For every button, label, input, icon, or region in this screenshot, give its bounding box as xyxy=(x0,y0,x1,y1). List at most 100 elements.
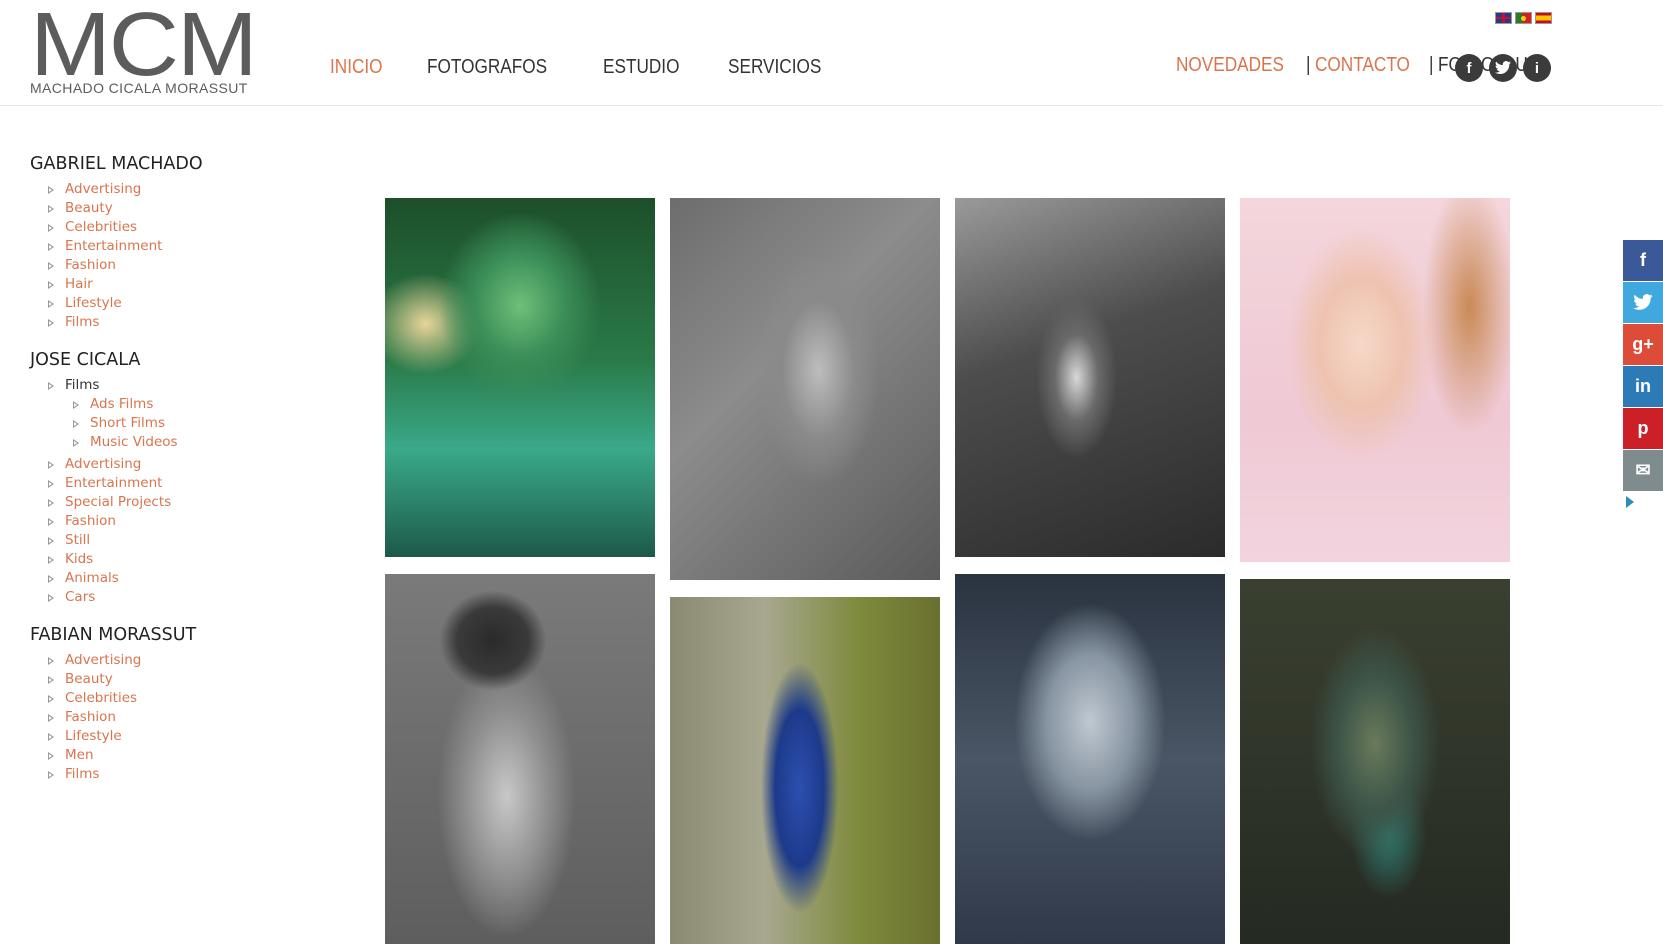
triangle-bullet-icon xyxy=(48,733,54,741)
list-item[interactable]: Music Videos xyxy=(65,433,330,452)
list-item-films[interactable]: Films Ads Films Short Films Music Videos xyxy=(30,376,330,452)
photographer-fabian-morassut[interactable]: FABIAN MORASSUT xyxy=(30,625,330,645)
twitter-bird-icon xyxy=(1495,61,1511,75)
site-header: MCM MACHADO CICALA MORASSUT INICIO FOTOG… xyxy=(0,0,1663,106)
triangle-bullet-icon xyxy=(48,461,54,469)
triangle-bullet-icon xyxy=(48,224,54,232)
list-item[interactable]: Advertising xyxy=(30,455,330,474)
triangle-bullet-icon xyxy=(48,300,54,308)
list-item[interactable]: Entertainment xyxy=(30,237,330,256)
photo-rugby-athlete[interactable] xyxy=(670,198,940,580)
photographer-jose-cicala[interactable]: JOSE CICALA xyxy=(30,350,330,370)
info-icon[interactable]: i xyxy=(1523,54,1551,82)
list-item[interactable]: Beauty xyxy=(30,199,330,218)
list-item[interactable]: Ads Films xyxy=(65,395,330,414)
twitter-bird-icon xyxy=(1633,294,1653,310)
triangle-bullet-icon xyxy=(48,281,54,289)
spanish-flag-icon[interactable] xyxy=(1535,12,1552,24)
novedades-link[interactable]: NOVEDADES xyxy=(1176,54,1284,77)
triangle-bullet-icon xyxy=(48,556,54,564)
triangle-bullet-icon xyxy=(48,771,54,779)
photo-curly-hair-model[interactable] xyxy=(385,574,655,944)
photo-beauty-closeup[interactable] xyxy=(1240,198,1510,562)
facebook-icon[interactable]: f xyxy=(1455,54,1483,82)
list-item[interactable]: Fashion xyxy=(30,256,330,275)
nav-fotografos[interactable]: FOTOGRAFOS xyxy=(427,56,547,79)
triangle-bullet-icon xyxy=(48,575,54,583)
list-item[interactable]: Kids xyxy=(30,550,330,569)
photo-dark-attic-portrait[interactable] xyxy=(955,198,1225,557)
jose-categories: Films Ads Films Short Films Music Videos… xyxy=(30,376,330,607)
list-item[interactable]: Special Projects xyxy=(30,493,330,512)
logo-subtitle: MACHADO CICALA MORASSUT xyxy=(30,80,248,96)
triangle-bullet-icon xyxy=(48,262,54,270)
linkedin-share-icon[interactable]: in xyxy=(1623,366,1663,407)
list-item[interactable]: Cars xyxy=(30,588,330,607)
triangle-bullet-icon xyxy=(48,676,54,684)
twitter-share-icon[interactable] xyxy=(1623,282,1663,323)
photo-joker-portrait[interactable] xyxy=(385,198,655,557)
list-item[interactable]: Advertising xyxy=(30,651,330,670)
nav-servicios[interactable]: SERVICIOS xyxy=(728,56,821,79)
contacto-link[interactable]: CONTACTO xyxy=(1315,54,1410,77)
nav-inicio[interactable]: INICIO xyxy=(330,56,383,79)
list-item[interactable]: Entertainment xyxy=(30,474,330,493)
list-item[interactable]: Celebrities xyxy=(30,218,330,237)
list-item[interactable]: Fashion xyxy=(30,512,330,531)
list-item[interactable]: Advertising xyxy=(30,180,330,199)
list-item[interactable]: Animals xyxy=(30,569,330,588)
triangle-bullet-icon xyxy=(48,657,54,665)
triangle-bullet-icon xyxy=(48,714,54,722)
photographer-gabriel-machado[interactable]: GABRIEL MACHADO xyxy=(30,154,330,174)
triangle-bullet-icon xyxy=(48,594,54,602)
triangle-bullet-icon xyxy=(48,695,54,703)
triangle-bullet-icon xyxy=(48,480,54,488)
list-item[interactable]: Men xyxy=(30,746,330,765)
triangle-bullet-icon xyxy=(48,205,54,213)
list-item[interactable]: Lifestyle xyxy=(30,727,330,746)
films-submenu: Ads Films Short Films Music Videos xyxy=(65,395,330,452)
triangle-bullet-icon xyxy=(48,752,54,760)
twitter-icon[interactable] xyxy=(1489,54,1517,82)
list-item[interactable]: Hair xyxy=(30,275,330,294)
googleplus-share-icon[interactable]: g+ xyxy=(1623,324,1663,365)
social-links: f i xyxy=(1455,54,1557,82)
separator: | xyxy=(1305,54,1311,76)
list-item[interactable]: Still xyxy=(30,531,330,550)
triangle-bullet-icon xyxy=(48,319,54,327)
photo-blond-man-portrait[interactable] xyxy=(955,574,1225,944)
triangle-bullet-icon xyxy=(73,401,79,409)
nav-estudio[interactable]: ESTUDIO xyxy=(603,56,679,79)
email-share-icon[interactable]: ✉ xyxy=(1623,450,1663,491)
gabriel-categories: Advertising Beauty Celebrities Entertain… xyxy=(30,180,330,332)
separator: | xyxy=(1429,54,1434,76)
photo-couple-embrace[interactable] xyxy=(1240,579,1510,944)
list-item[interactable]: Short Films xyxy=(65,414,330,433)
triangle-bullet-icon xyxy=(48,382,54,390)
triangle-bullet-icon xyxy=(73,420,79,428)
mcm-logo[interactable]: MCM MACHADO CICALA MORASSUT xyxy=(30,0,258,98)
triangle-bullet-icon xyxy=(73,439,79,447)
triangle-bullet-icon xyxy=(48,518,54,526)
facebook-share-icon[interactable]: f xyxy=(1623,240,1663,281)
language-selector xyxy=(1495,12,1555,24)
pinterest-share-icon[interactable]: p xyxy=(1623,408,1663,449)
list-item[interactable]: Beauty xyxy=(30,670,330,689)
photographer-menu: GABRIEL MACHADO Advertising Beauty Celeb… xyxy=(30,154,330,802)
photo-blue-dress-model[interactable] xyxy=(670,597,940,944)
hide-share-arrow-icon[interactable] xyxy=(1626,496,1634,508)
fabian-categories: Advertising Beauty Celebrities Fashion L… xyxy=(30,651,330,784)
english-flag-icon[interactable] xyxy=(1495,12,1512,24)
list-item[interactable]: Lifestyle xyxy=(30,294,330,313)
share-sidebar: f g+ in p ✉ xyxy=(1623,240,1663,492)
triangle-bullet-icon xyxy=(48,186,54,194)
main-nav: INICIO FOTOGRAFOS ESTUDIO SERVICIOS xyxy=(330,56,872,79)
list-item[interactable]: Films xyxy=(30,765,330,784)
list-item[interactable]: Celebrities xyxy=(30,689,330,708)
triangle-bullet-icon xyxy=(48,243,54,251)
list-item[interactable]: Fashion xyxy=(30,708,330,727)
list-item[interactable]: Films xyxy=(30,313,330,332)
logo-mark: MCM xyxy=(30,0,258,95)
triangle-bullet-icon xyxy=(48,499,54,507)
portuguese-flag-icon[interactable] xyxy=(1515,12,1532,24)
